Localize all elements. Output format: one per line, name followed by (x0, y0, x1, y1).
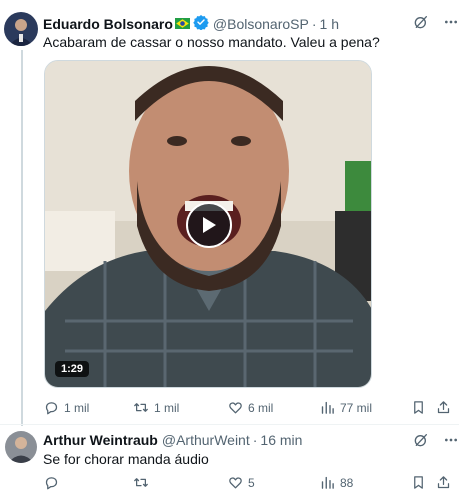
reply-count: 1 mil (64, 400, 90, 415)
author-name[interactable]: Eduardo Bolsonaro (43, 16, 173, 32)
reply-icon (45, 477, 58, 490)
reply-top-icons (413, 432, 459, 453)
thread-line (21, 50, 23, 426)
reply-reply-button[interactable] (44, 475, 64, 490)
separator-dot: · (311, 15, 317, 32)
author-handle[interactable]: @BolsonaroSP (213, 16, 309, 32)
reply-views-count: 88 (340, 475, 354, 490)
bookmark-icon (414, 476, 423, 489)
reply-author-name[interactable]: Arthur Weintraub (43, 432, 158, 448)
grok-icon[interactable] (413, 432, 429, 453)
retweet-count: 1 mil (154, 400, 180, 415)
reply-views-button[interactable]: 88 (320, 475, 353, 490)
share-icon (437, 476, 450, 489)
tweet-header: Eduardo Bolsonaro @BolsonaroSP · 1 h (43, 14, 339, 33)
reply-button[interactable]: 1 mil (44, 400, 89, 415)
share-button[interactable] (436, 400, 451, 415)
reply-separator-dot: · (252, 432, 258, 448)
reply-icon (45, 402, 58, 415)
like-count: 6 mil (248, 400, 274, 415)
tweet-text: Acabaram de cassar o nosso mandato. Vale… (43, 34, 380, 50)
views-icon (321, 401, 334, 414)
tweet-divider (0, 424, 459, 425)
retweet-icon (134, 403, 148, 412)
bookmark-button[interactable] (411, 400, 426, 415)
like-button[interactable]: 6 mil (228, 400, 273, 415)
reply-like-button[interactable]: 5 (228, 475, 255, 490)
views-button[interactable]: 77 mil (320, 400, 372, 415)
retweet-icon (134, 478, 148, 487)
reply-time[interactable]: 16 min (260, 432, 302, 448)
like-icon (229, 477, 242, 489)
avatar-eduardo[interactable] (4, 12, 38, 46)
reply-bookmark-button[interactable] (411, 475, 426, 490)
retweet-button[interactable]: 1 mil (133, 400, 179, 415)
views-icon (321, 476, 334, 489)
video-duration: 1:29 (55, 361, 90, 377)
verified-badge-icon (193, 14, 209, 33)
reply-retweet-button[interactable] (133, 475, 154, 490)
brazil-flag-icon (174, 16, 190, 32)
tweet-top-icons (413, 14, 459, 35)
grok-icon[interactable] (413, 14, 429, 35)
bookmark-icon (414, 401, 423, 414)
views-count: 77 mil (340, 400, 373, 415)
play-icon (203, 217, 216, 233)
more-icon[interactable] (443, 14, 459, 35)
reply-header: Arthur Weintraub @ArthurWeint · 16 min (43, 432, 302, 448)
play-button[interactable] (186, 202, 232, 248)
avatar-arthur[interactable] (5, 431, 37, 463)
reply-like-count: 5 (248, 475, 255, 490)
more-icon[interactable] (443, 432, 459, 453)
reply-share-button[interactable] (436, 475, 451, 490)
reply-text: Se for chorar manda áudio (43, 451, 209, 467)
reply-author-handle[interactable]: @ArthurWeint (162, 432, 250, 448)
tweet-video[interactable]: 1:29 (44, 60, 372, 388)
tweet-time[interactable]: 1 h (320, 16, 339, 32)
share-icon (437, 401, 450, 414)
like-icon (229, 402, 242, 414)
